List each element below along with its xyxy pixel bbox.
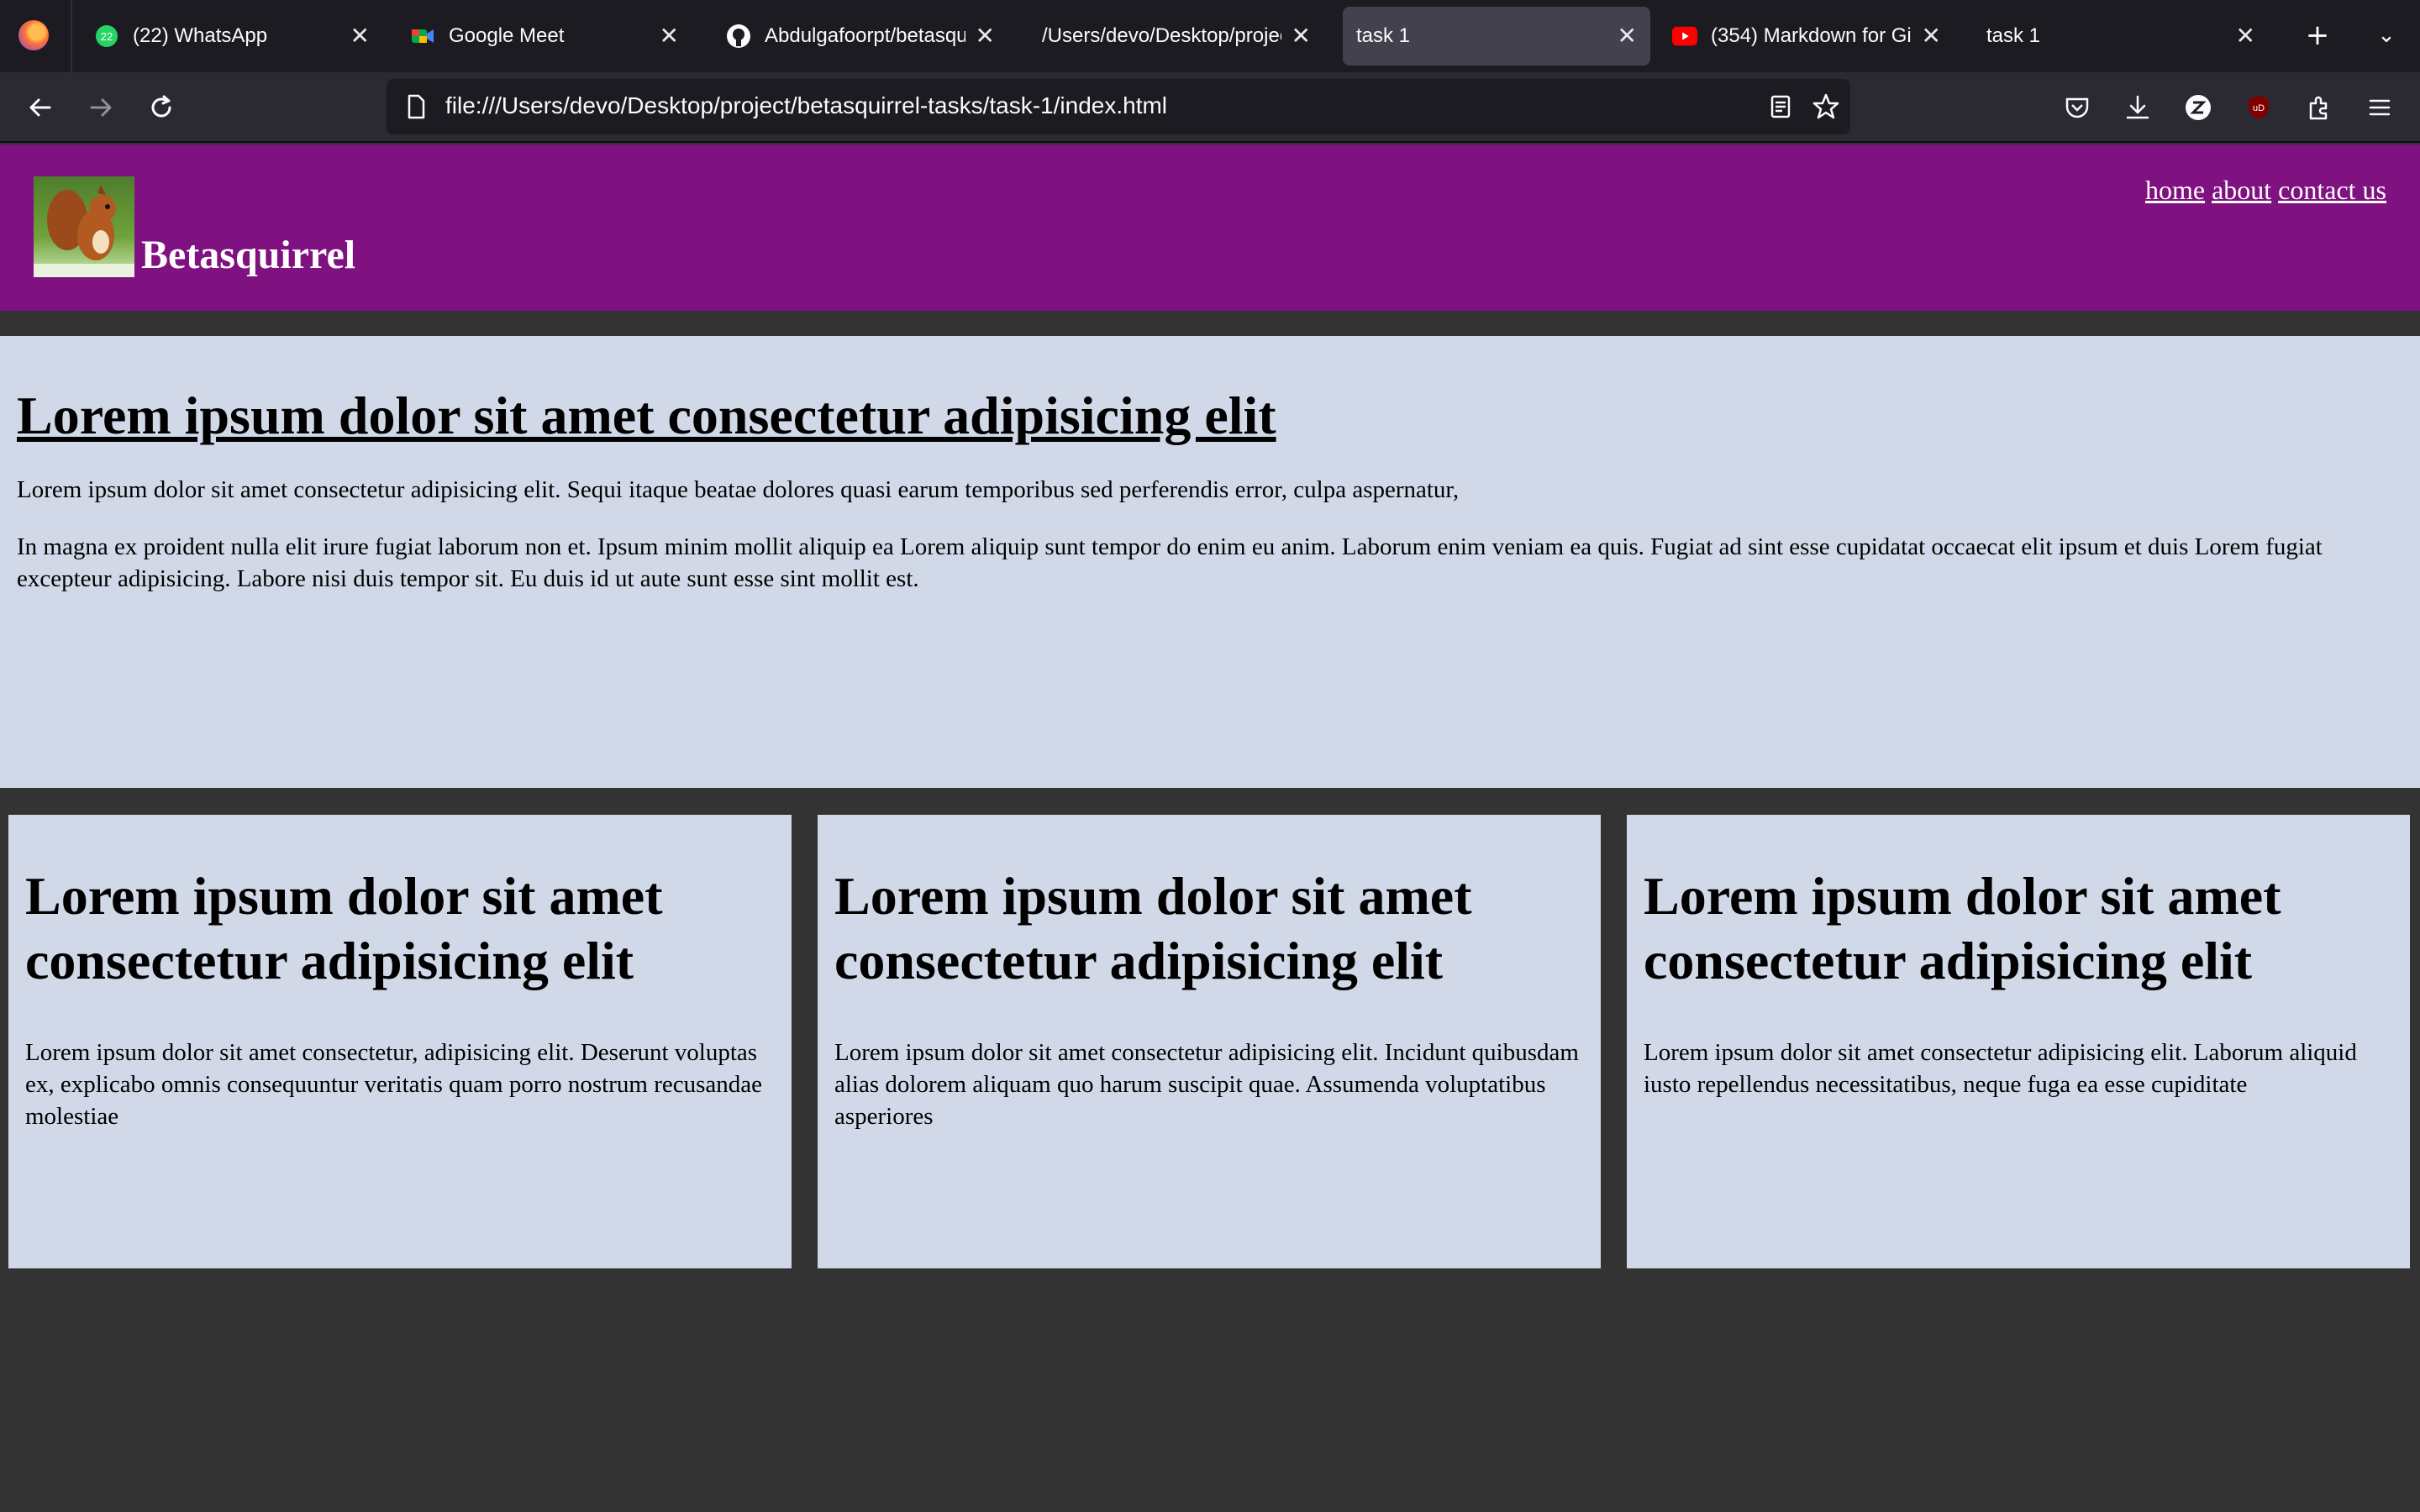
squirrel-logo-image (34, 176, 134, 277)
close-tab-icon[interactable]: ✕ (976, 24, 995, 48)
firefox-view-icon[interactable] (18, 20, 49, 50)
tab-label: task 1 (1986, 24, 2041, 47)
nav-link-contact-us[interactable]: contact us (2278, 175, 2386, 206)
tab-task-1-active[interactable]: task 1 ✕ (1343, 7, 1650, 66)
brand-name: Betasquirrel (141, 233, 356, 277)
tab-task-1[interactable]: task 1 ✕ (1973, 7, 2269, 66)
tab-label: (354) Markdown for Git u (1711, 24, 1912, 47)
extensions-puzzle-icon[interactable] (2301, 89, 2338, 126)
close-tab-icon[interactable]: ✕ (660, 24, 679, 48)
close-tab-icon[interactable]: ✕ (1292, 24, 1311, 48)
card-row: Lorem ipsum dolor sit amet consectetur a… (8, 815, 2412, 1268)
card-1: Lorem ipsum dolor sit amet consectetur a… (8, 815, 792, 1268)
svg-text:uD: uD (2253, 103, 2265, 113)
zotero-icon[interactable] (2180, 89, 2217, 126)
tab-label: task 1 (1356, 24, 1411, 47)
hero-paragraph-2: In magna ex proident nulla elit irure fu… (17, 533, 2323, 592)
card-text: Lorem ipsum dolor sit amet consectetur a… (834, 1039, 1579, 1130)
tab-youtube[interactable]: (354) Markdown for Git u ✕ (1659, 7, 1954, 66)
download-icon[interactable] (2119, 89, 2156, 126)
browser-tab-strip: 22 (22) WhatsApp ✕ Google Meet ✕ Abdulga… (0, 0, 2420, 72)
nav-link-about[interactable]: about (2212, 175, 2271, 206)
ublock-icon[interactable]: uD (2240, 89, 2277, 126)
url-text[interactable]: file:///Users/devo/Desktop/project/betas… (445, 92, 1167, 119)
pocket-icon[interactable] (2059, 89, 2096, 126)
new-tab-plus-icon[interactable]: + (2301, 18, 2334, 52)
github-icon (726, 24, 751, 49)
close-tab-icon[interactable]: ✕ (1922, 24, 1941, 48)
youtube-icon (1672, 24, 1697, 49)
card-2: Lorem ipsum dolor sit amet consectetur a… (818, 815, 1601, 1268)
forward-arrow-icon[interactable] (82, 89, 119, 126)
hero-section: Lorem ipsum dolor sit amet consectetur a… (0, 336, 2420, 788)
nav-link-home[interactable]: home (2145, 175, 2205, 206)
tab-label: /Users/devo/Desktop/project/ (1042, 24, 1281, 47)
close-tab-icon[interactable]: ✕ (350, 24, 370, 48)
tab-local-folder[interactable]: /Users/devo/Desktop/project/ ✕ (1028, 7, 1324, 66)
card-title: Lorem ipsum dolor sit amet consectetur a… (25, 866, 663, 990)
tab-label: Abdulgafoorpt/betasquirrel (765, 24, 965, 47)
list-all-tabs-chevron-icon[interactable]: ⌄ (2370, 18, 2403, 52)
card-text: Lorem ipsum dolor sit amet consectetur, … (25, 1039, 763, 1130)
tab-github[interactable]: Abdulgafoorpt/betasquirrel ✕ (713, 7, 1008, 66)
reader-view-icon[interactable] (1766, 92, 1795, 121)
card-text: Lorem ipsum dolor sit amet consectetur a… (1644, 1039, 2357, 1098)
top-navigation: home about contact us (2145, 175, 2386, 206)
hero-paragraph-1: Lorem ipsum dolor sit amet consectetur a… (17, 476, 1460, 503)
tab-whatsapp[interactable]: 22 (22) WhatsApp ✕ (81, 7, 383, 66)
svg-text:22: 22 (101, 30, 113, 43)
tab-label: (22) WhatsApp (133, 24, 268, 47)
bookmark-star-icon[interactable] (1812, 92, 1840, 121)
site-header: Betasquirrel home about contact us (0, 144, 2420, 311)
hamburger-menu-icon[interactable] (2361, 89, 2398, 126)
card-3: Lorem ipsum dolor sit amet consectetur a… (1627, 815, 2410, 1268)
page-file-icon (402, 92, 430, 121)
back-arrow-icon[interactable] (22, 89, 59, 126)
card-title: Lorem ipsum dolor sit amet consectetur a… (834, 866, 1472, 990)
tab-label: Google Meet (449, 24, 565, 47)
address-bar[interactable]: file:///Users/devo/Desktop/project/betas… (387, 79, 1850, 134)
card-title: Lorem ipsum dolor sit amet consectetur a… (1644, 866, 2281, 990)
tab-google-meet[interactable]: Google Meet ✕ (397, 7, 692, 66)
tab-separator (71, 0, 72, 72)
reload-icon[interactable] (143, 89, 180, 126)
whatsapp-icon: 22 (94, 24, 119, 49)
google-meet-icon (410, 24, 435, 49)
close-tab-icon[interactable]: ✕ (2236, 24, 2255, 48)
hero-title: Lorem ipsum dolor sit amet consectetur a… (17, 386, 1276, 445)
close-tab-icon[interactable]: ✕ (1618, 24, 1637, 48)
browser-navigation-toolbar: file:///Users/devo/Desktop/project/betas… (0, 72, 2420, 143)
